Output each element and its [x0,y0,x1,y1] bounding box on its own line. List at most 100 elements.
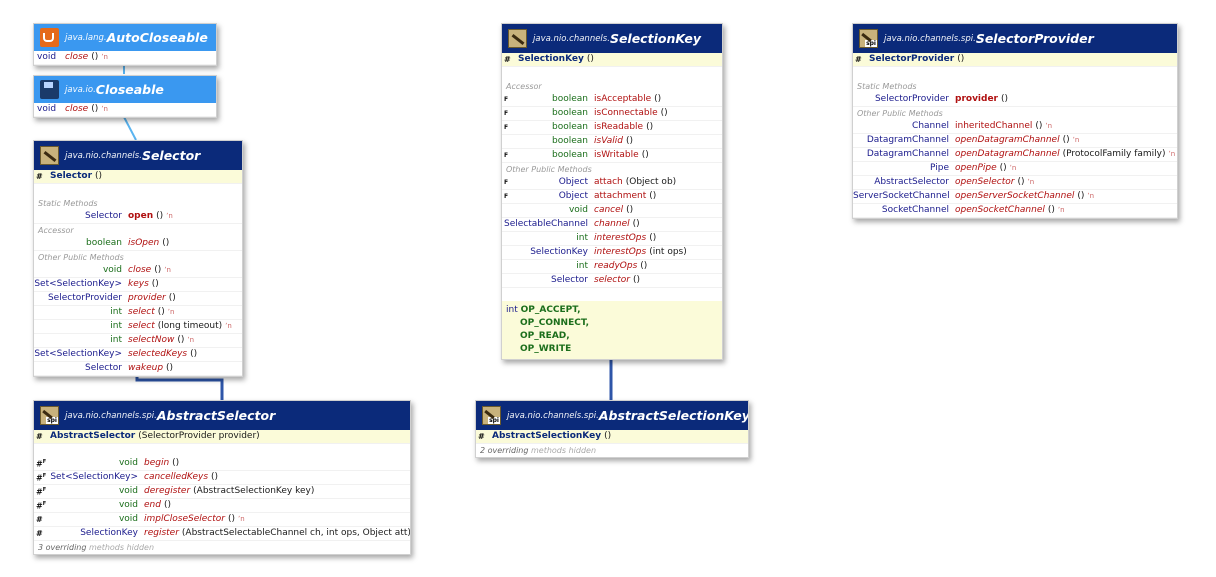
method-row[interactable]: Selector open () ʼn [34,210,242,224]
method-name[interactable]: cancel [594,204,623,217]
method-name[interactable]: openSelector [955,176,1014,189]
closeable-name[interactable]: Closeable [96,82,164,97]
method-name[interactable]: close [65,51,88,64]
method-name[interactable]: isOpen [128,237,159,250]
selectorprovider-header[interactable]: spi java.nio.channels.spi. SelectorProvi… [853,24,1177,53]
constructor-name[interactable]: AbstractSelectionKey [492,430,601,443]
constant-row[interactable]: OP_CONNECT, [506,317,722,330]
method-row[interactable]: boolean isValid () [502,135,722,149]
abstractselectionkey-name[interactable]: AbstractSelectionKey [599,408,748,423]
method-name[interactable]: openDatagramChannel [955,148,1060,161]
constant-name[interactable]: OP_WRITE [520,344,571,354]
method-name[interactable]: selector [594,274,630,287]
method-name[interactable]: register [144,527,179,540]
method-name[interactable]: deregister [144,485,190,498]
abstractselector-name[interactable]: AbstractSelector [157,408,275,423]
method-row[interactable]: int selectNow () ʼn [34,334,242,348]
method-row[interactable]: Selector selector () [502,274,722,288]
autocloseable-box[interactable]: java.lang. AutoCloseable void close () ʼ… [33,23,217,66]
constant-name[interactable]: OP_ACCEPT, [521,305,581,315]
abstractselector-header[interactable]: spi java.nio.channels.spi. AbstractSelec… [34,401,410,430]
method-name[interactable]: close [128,264,151,277]
method-name[interactable]: provider [955,93,998,106]
method-row[interactable]: Pipe openPipe () ʼn [853,162,1177,176]
method-row[interactable]: #F void begin () [34,457,410,471]
method-name[interactable]: interestOps [594,246,646,259]
method-row[interactable]: int select () ʼn [34,306,242,320]
method-row[interactable]: F Object attachment () [502,190,722,204]
constant-name[interactable]: OP_READ, [520,331,570,341]
abstractselectionkey-box[interactable]: spi java.nio.channels.spi. AbstractSelec… [475,400,749,458]
method-name[interactable]: wakeup [128,362,163,375]
method-name[interactable]: openSocketChannel [955,204,1045,217]
method-row[interactable]: SelectorProvider provider () [853,93,1177,107]
method-row[interactable]: SelectableChannel channel () [502,218,722,232]
method-row[interactable]: F boolean isAcceptable () [502,93,722,107]
selector-header[interactable]: java.nio.channels. Selector [34,141,242,170]
hidden-methods-note[interactable]: 3 overriding methods hidden [34,541,410,554]
method-name[interactable]: isWritable [594,149,639,162]
method-name[interactable]: provider [128,292,166,305]
method-row[interactable]: F Object attach (Object ob) [502,176,722,190]
selectorprovider-name[interactable]: SelectorProvider [976,31,1094,46]
method-row[interactable]: F boolean isConnectable () [502,107,722,121]
method-row[interactable]: # void implCloseSelector () ʼn [34,513,410,527]
method-row[interactable]: #F void deregister (AbstractSelectionKey… [34,485,410,499]
method-row[interactable]: int readyOps () [502,260,722,274]
method-name[interactable]: isReadable [594,121,643,134]
method-name[interactable]: openPipe [955,162,997,175]
selectionkey-box[interactable]: java.nio.channels. SelectionKey # Select… [501,23,723,360]
method-row[interactable]: void close () ʼn [34,264,242,278]
method-name[interactable]: openServerSocketChannel [955,190,1074,203]
constructor-name[interactable]: SelectionKey [518,53,584,66]
constructor-row[interactable]: # SelectionKey () [502,53,722,67]
method-row[interactable]: int select (long timeout) ʼn [34,320,242,334]
method-name[interactable]: cancelledKeys [144,471,208,484]
constant-row[interactable]: OP_READ, [506,330,722,343]
autocloseable-name[interactable]: AutoCloseable [107,30,208,45]
method-row[interactable]: Selector wakeup () [34,362,242,376]
method-name[interactable]: channel [594,218,630,231]
constructor-row[interactable]: # AbstractSelector (SelectorProvider pro… [34,430,410,444]
method-name[interactable]: select [128,320,155,333]
method-name[interactable]: openDatagramChannel [955,134,1060,147]
constructor-name[interactable]: AbstractSelector [50,430,135,443]
method-name[interactable]: begin [144,457,169,470]
selector-name[interactable]: Selector [142,148,200,163]
selector-box[interactable]: java.nio.channels. Selector # Selector (… [33,140,243,377]
method-name[interactable]: attachment [594,190,646,203]
method-name[interactable]: select [128,306,155,319]
method-name[interactable]: inheritedChannel [955,120,1032,133]
selectionkey-name[interactable]: SelectionKey [610,31,701,46]
method-name[interactable]: isValid [594,135,623,148]
method-row[interactable]: SelectorProvider provider () [34,292,242,306]
method-row[interactable]: DatagramChannel openDatagramChannel (Pro… [853,148,1177,162]
method-row[interactable]: SocketChannel openSocketChannel () ʼn [853,204,1177,218]
selectionkey-header[interactable]: java.nio.channels. SelectionKey [502,24,722,53]
abstractselectionkey-header[interactable]: spi java.nio.channels.spi. AbstractSelec… [476,401,748,430]
method-name[interactable]: interestOps [594,232,646,245]
method-row[interactable]: void close () ʼn [34,103,216,117]
method-row[interactable]: ServerSocketChannel openServerSocketChan… [853,190,1177,204]
method-row[interactable]: Set<SelectionKey> keys () [34,278,242,292]
method-row[interactable]: F boolean isReadable () [502,121,722,135]
constant-row[interactable]: OP_WRITE [506,343,722,356]
method-name[interactable]: readyOps [594,260,637,273]
method-name[interactable]: isConnectable [594,107,658,120]
method-row[interactable]: int interestOps () [502,232,722,246]
method-row[interactable]: #F void end () [34,499,410,513]
autocloseable-header[interactable]: java.lang. AutoCloseable [34,24,216,51]
method-row[interactable]: AbstractSelector openSelector () ʼn [853,176,1177,190]
method-name[interactable]: close [65,103,88,116]
closeable-header[interactable]: java.io. Closeable [34,76,216,103]
closeable-box[interactable]: java.io. Closeable void close () ʼn [33,75,217,118]
hidden-methods-note[interactable]: 2 overriding methods hidden [476,444,748,457]
method-name[interactable]: attach [594,176,623,189]
method-row[interactable]: SelectionKey interestOps (int ops) [502,246,722,260]
method-row[interactable]: Channel inheritedChannel () ʼn [853,120,1177,134]
method-row[interactable]: boolean isOpen () [34,237,242,251]
abstractselector-box[interactable]: spi java.nio.channels.spi. AbstractSelec… [33,400,411,555]
constructor-row[interactable]: # SelectorProvider () [853,53,1177,67]
method-row[interactable]: F boolean isWritable () [502,149,722,163]
method-name[interactable]: end [144,499,161,512]
